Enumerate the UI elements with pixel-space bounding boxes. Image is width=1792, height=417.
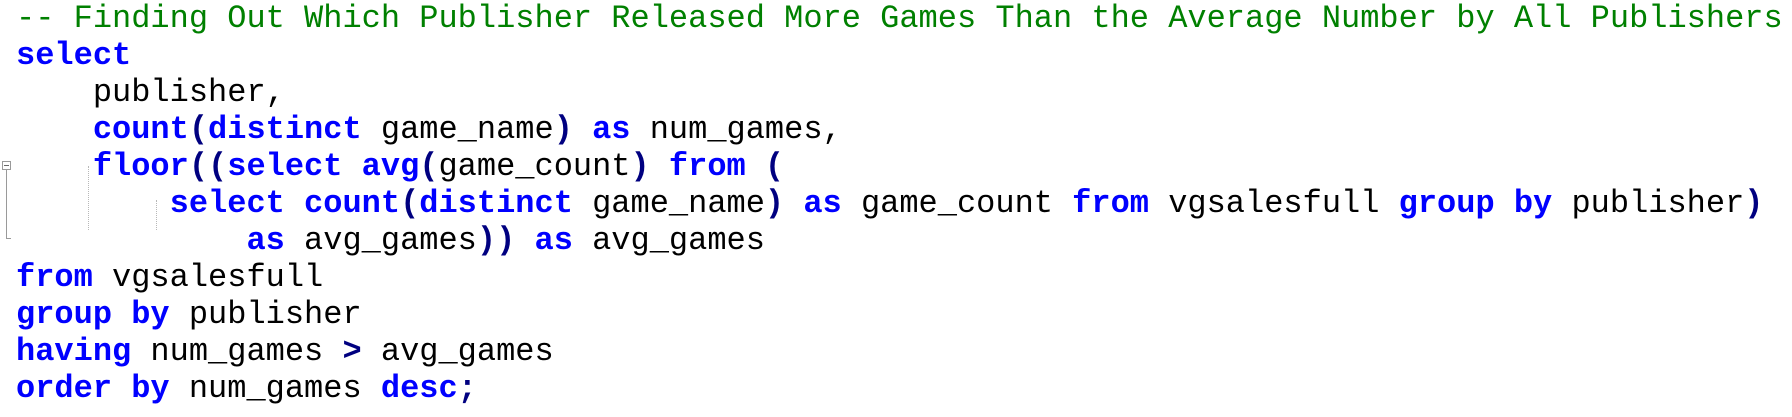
sql-identifier: game_count [841,185,1073,222]
sql-identifier [650,148,669,185]
sql-identifier: num_games [169,370,381,407]
sql-operator: (( [188,148,228,185]
sql-identifier: game_name [572,185,765,222]
sql-keyword: as [246,222,285,259]
sql-keyword: as [592,111,631,148]
sql-keyword: order by [16,370,170,407]
editor-right-edge [1782,0,1792,417]
sql-keyword: select [169,185,285,222]
sql-keyword: having [16,333,132,370]
sql-operator: ) [630,148,650,185]
sql-operator: ) [764,185,785,222]
sql-keyword: from [1072,185,1149,222]
sql-identifier [285,185,304,222]
sql-identifier [573,111,592,148]
sql-identifier [16,111,93,148]
sql-identifier: publisher, [16,74,285,111]
code-line[interactable]: select [16,37,1783,74]
sql-identifier: publisher [1552,185,1745,222]
fold-range-line [6,170,7,238]
sql-keyword: distinct [208,111,362,148]
sql-identifier: game_name [361,111,554,148]
sql-identifier: game_count [438,148,631,185]
sql-identifier: vgsalesfull [1148,185,1399,222]
code-line[interactable]: having num_games > avg_games [16,333,1783,370]
sql-identifier: avg_games [361,333,554,370]
sql-operator: ; [457,370,477,407]
fold-collapse-icon[interactable] [2,161,11,170]
sql-keyword: select [16,37,132,74]
fold-margin [0,0,12,417]
code-line[interactable]: from vgsalesfull [16,259,1783,296]
sql-identifier [16,222,246,259]
sql-identifier: publisher [169,296,362,333]
sql-identifier: num_games [131,333,343,370]
sql-editor[interactable]: -- Finding Out Which Publisher Released … [0,0,1792,417]
sql-operator: > [342,333,362,370]
sql-identifier: vgsalesfull [92,259,324,296]
sql-keyword: count [304,185,401,222]
sql-keyword: group by [16,296,170,333]
sql-identifier [16,185,170,222]
sql-identifier [746,148,765,185]
sql-keyword: distinct [419,185,573,222]
code-line[interactable]: -- Finding Out Which Publisher Released … [16,0,1783,37]
sql-identifier: avg_games [284,222,477,259]
sql-keyword: floor [92,148,189,185]
sql-operator: ( [419,148,439,185]
sql-keyword: count [92,111,189,148]
sql-keyword: as [803,185,842,222]
sql-identifier: num_games, [630,111,842,148]
sql-operator: ( [188,111,209,148]
sql-operator: )) [476,222,516,259]
code-line[interactable]: count(distinct game_name) as num_games, [16,111,1783,148]
code-comment: -- Finding Out Which Publisher Released … [16,0,1783,37]
sql-operator: ( [400,185,420,222]
sql-keyword: as [534,222,573,259]
sql-identifier [342,148,361,185]
code-line[interactable]: select count(distinct game_name) as game… [16,185,1783,222]
code-line[interactable]: group by publisher [16,296,1783,333]
code-line[interactable]: as avg_games)) as avg_games [16,222,1783,259]
sql-keyword: desc [380,370,458,407]
sql-identifier [515,222,534,259]
sql-identifier [16,148,93,185]
sql-keyword: select [227,148,343,185]
sql-identifier: avg_games [572,222,765,259]
sql-operator: ) [1744,185,1764,222]
sql-identifier [784,185,803,222]
code-line[interactable]: floor((select avg(game_count) from ( [16,148,1783,185]
code-area[interactable]: -- Finding Out Which Publisher Released … [16,0,1783,407]
sql-operator: ( [764,148,785,185]
sql-keyword: from [668,148,746,185]
sql-keyword: from [16,259,93,296]
sql-operator: ) [553,111,573,148]
code-line[interactable]: publisher, [16,74,1783,111]
sql-keyword: avg [361,148,420,185]
sql-keyword: group by [1398,185,1553,222]
code-line[interactable]: order by num_games desc; [16,370,1783,407]
fold-range-end [6,238,11,239]
